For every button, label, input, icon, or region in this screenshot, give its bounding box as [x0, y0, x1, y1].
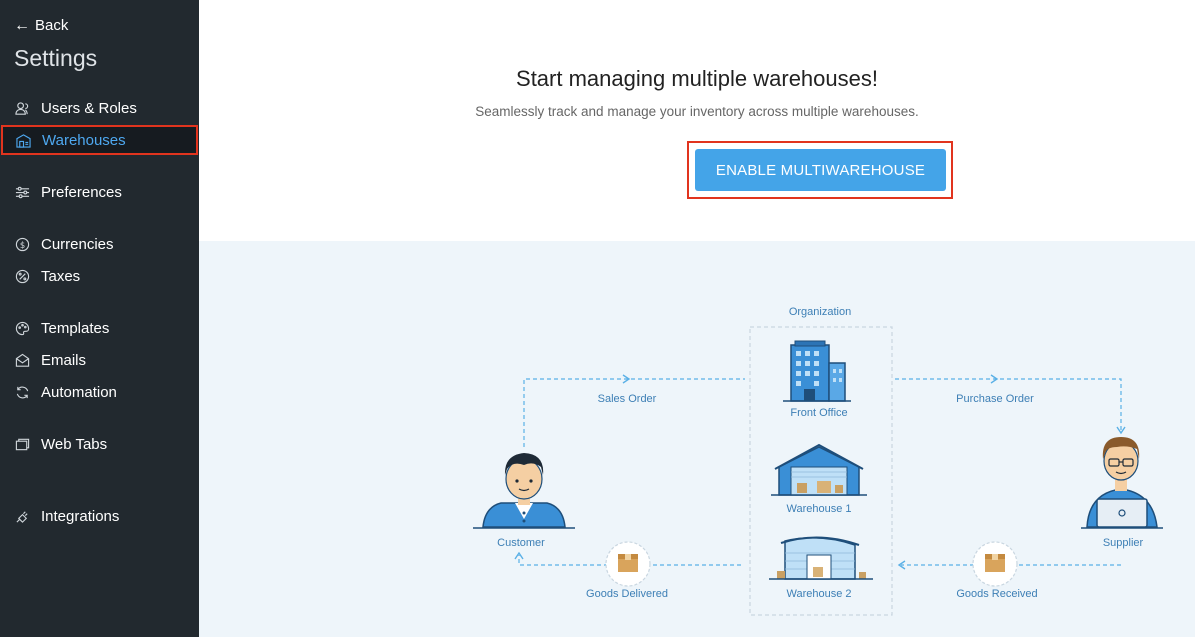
enable-multiwarehouse-button[interactable]: ENABLE MULTIWAREHOUSE — [695, 149, 946, 191]
svg-text:$: $ — [19, 239, 24, 249]
percent-icon — [14, 268, 30, 284]
sidebar-item-taxes[interactable]: Taxes — [0, 261, 199, 291]
warehouse-2-icon — [769, 536, 873, 580]
warehouse-flow-diagram: Organization Front Office Warehouse 1 Wa… — [199, 241, 1195, 637]
flow-diagram-graphic — [473, 326, 1163, 616]
sidebar-item-web-tabs[interactable]: Web Tabs — [0, 429, 199, 459]
sales-order-label: Sales Order — [597, 393, 657, 405]
sidebar-item-label: Warehouses — [42, 131, 126, 149]
back-label: Back — [35, 17, 69, 34]
sidebar-item-label: Currencies — [41, 235, 114, 253]
dollar-icon: $ — [14, 236, 30, 252]
supplier-label: Supplier — [1102, 537, 1144, 549]
customer-avatar-icon — [473, 453, 575, 529]
refresh-icon — [14, 384, 30, 400]
sidebar-item-users-roles[interactable]: Users & Roles — [0, 93, 199, 123]
sidebar-item-label: Integrations — [41, 507, 120, 525]
warehouse-2-label: Warehouse 2 — [786, 588, 852, 600]
sidebar-item-label: Taxes — [41, 267, 81, 285]
sidebar-item-automation[interactable]: Automation — [0, 377, 199, 407]
goods-received-box-icon — [972, 541, 1018, 587]
sidebar-item-currencies[interactable]: $ Currencies — [0, 229, 199, 259]
goods-delivered-box-icon — [605, 541, 651, 587]
warehouse-1-label: Warehouse 1 — [786, 503, 852, 515]
purchase-order-label: Purchase Order — [956, 393, 1034, 405]
sliders-icon — [14, 184, 30, 200]
sidebar-item-label: Automation — [41, 383, 117, 401]
sidebar-item-integrations[interactable]: Integrations — [0, 501, 199, 531]
warehouse-icon — [15, 132, 31, 148]
plug-icon — [14, 508, 30, 524]
sidebar-item-label: Users & Roles — [41, 99, 137, 117]
supplier-avatar-icon — [1081, 437, 1163, 529]
back-arrow-icon: ← — [14, 16, 30, 34]
sidebar-item-preferences[interactable]: Preferences — [0, 177, 199, 207]
intro-headline: Start managing multiple warehouses! — [516, 66, 878, 91]
intro-section: Start managing multiple warehouses! Seam… — [199, 0, 1195, 241]
page-title: Settings — [14, 45, 98, 71]
tabs-icon — [14, 436, 30, 452]
mail-icon — [14, 352, 30, 368]
front-office-label: Front Office — [790, 407, 848, 419]
warehouse-1-icon — [771, 443, 867, 496]
sidebar-item-templates[interactable]: Templates — [0, 313, 199, 343]
sidebar-item-label: Preferences — [41, 183, 122, 201]
back-button[interactable]: ← Back — [14, 17, 68, 34]
users-icon — [14, 100, 30, 116]
sidebar-item-warehouses[interactable]: Warehouses — [1, 125, 198, 155]
goods-received-label: Goods Received — [956, 588, 1038, 600]
sidebar-item-label: Emails — [41, 351, 87, 369]
palette-icon — [14, 320, 30, 336]
sidebar-item-emails[interactable]: Emails — [0, 345, 199, 375]
sidebar-item-label: Templates — [41, 319, 110, 337]
organization-label: Organization — [788, 306, 852, 318]
goods-delivered-label: Goods Delivered — [586, 588, 668, 600]
front-office-building-icon — [783, 340, 851, 402]
sidebar-item-label: Web Tabs — [41, 435, 108, 453]
intro-subline: Seamlessly track and manage your invento… — [475, 104, 919, 119]
customer-label: Customer — [497, 537, 545, 549]
settings-sidebar: ← Back Settings Users & Roles Warehouses… — [0, 0, 199, 637]
